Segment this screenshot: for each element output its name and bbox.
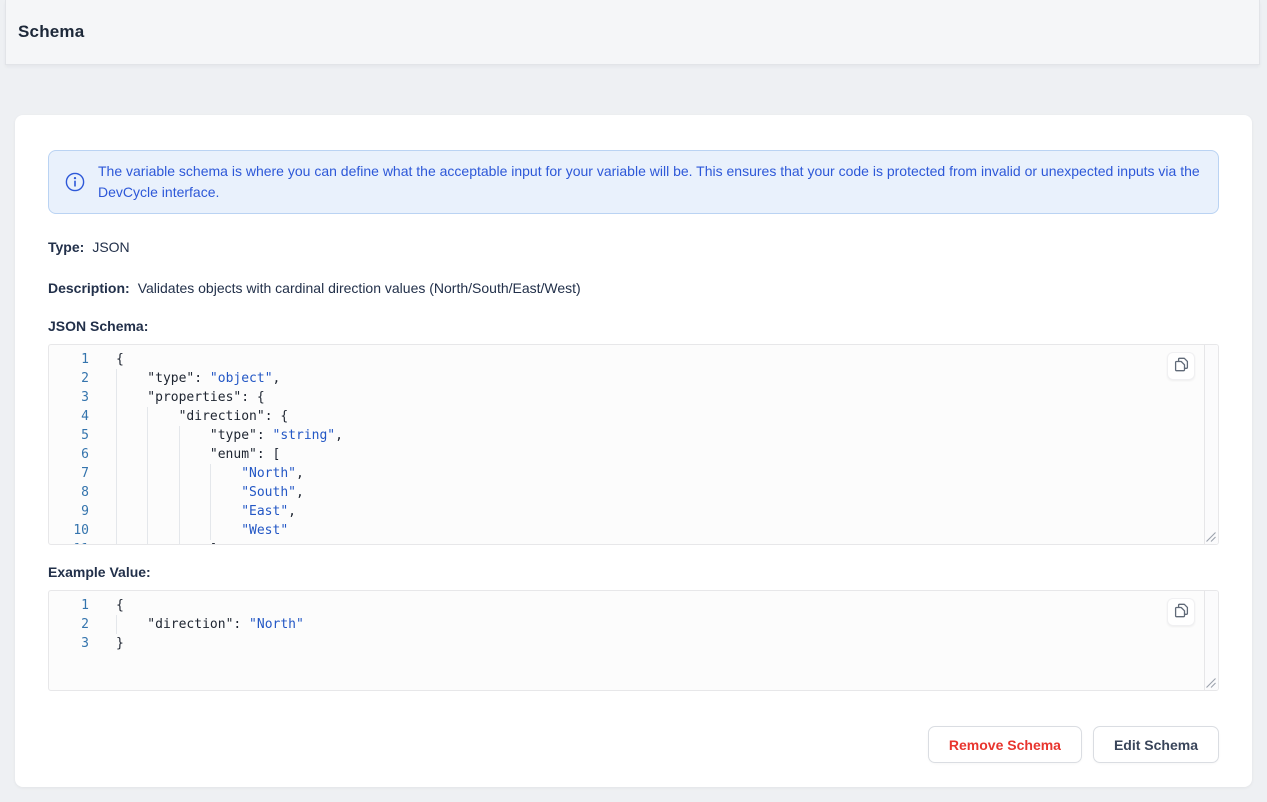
code-line: "type": "string",: [116, 426, 343, 445]
example-value-label: Example Value:: [48, 564, 1219, 580]
line-number: 7: [49, 464, 89, 483]
code-line: "properties": {: [116, 388, 343, 407]
code-line: "type": "object",: [116, 369, 343, 388]
line-number: 9: [49, 502, 89, 521]
edit-schema-button[interactable]: Edit Schema: [1093, 726, 1219, 763]
info-circle-icon: [65, 172, 85, 192]
page-header: Schema: [5, 0, 1260, 65]
code-line: "South",: [116, 483, 343, 502]
line-number: 11: [49, 540, 89, 545]
copy-icon: [1174, 603, 1189, 621]
code-line: }: [116, 634, 304, 653]
page-title: Schema: [18, 22, 84, 42]
schema-card: The variable schema is where you can def…: [15, 115, 1252, 787]
action-buttons: Remove Schema Edit Schema: [48, 726, 1219, 763]
vertical-scrollbar[interactable]: [1204, 345, 1218, 544]
line-number-gutter: 123: [49, 591, 89, 690]
line-number: 3: [49, 634, 89, 653]
line-number: 2: [49, 615, 89, 634]
code-line: {: [116, 596, 304, 615]
code-area[interactable]: {"type": "object","properties": {"direct…: [89, 345, 343, 544]
description-label: Description:: [48, 280, 130, 296]
line-number: 4: [49, 407, 89, 426]
type-label: Type:: [48, 239, 84, 255]
line-number: 8: [49, 483, 89, 502]
copy-icon: [1174, 357, 1189, 375]
line-number: 5: [49, 426, 89, 445]
json-schema-label: JSON Schema:: [48, 318, 1219, 334]
description-field: Description: Validates objects with cardi…: [48, 280, 1219, 296]
code-line: "East",: [116, 502, 343, 521]
line-number: 2: [49, 369, 89, 388]
json-schema-editor[interactable]: 1234567891011 {"type": "object","propert…: [48, 344, 1219, 545]
line-number: 6: [49, 445, 89, 464]
code-area[interactable]: {"direction": "North"}: [89, 591, 304, 690]
info-alert-text: The variable schema is where you can def…: [98, 161, 1202, 203]
copy-button[interactable]: [1167, 352, 1195, 380]
code-line: "enum": [: [116, 445, 343, 464]
line-number: 1: [49, 596, 89, 615]
code-line: "North",: [116, 464, 343, 483]
line-number: 1: [49, 350, 89, 369]
code-line: {: [116, 350, 343, 369]
example-value-editor[interactable]: 123 {"direction": "North"}: [48, 590, 1219, 691]
line-number: 10: [49, 521, 89, 540]
resize-grip-icon[interactable]: [1204, 530, 1216, 542]
line-number-gutter: 1234567891011: [49, 345, 89, 544]
info-alert: The variable schema is where you can def…: [48, 150, 1219, 214]
remove-schema-button[interactable]: Remove Schema: [928, 726, 1082, 763]
copy-button[interactable]: [1167, 598, 1195, 626]
code-line: "direction": "North": [116, 615, 304, 634]
resize-grip-icon[interactable]: [1204, 676, 1216, 688]
type-field: Type: JSON: [48, 239, 1219, 255]
description-value: Validates objects with cardinal directio…: [138, 280, 581, 296]
code-line: "West": [116, 521, 343, 540]
type-value: JSON: [92, 239, 129, 255]
code-line: ]: [116, 540, 343, 545]
code-line: "direction": {: [116, 407, 343, 426]
line-number: 3: [49, 388, 89, 407]
